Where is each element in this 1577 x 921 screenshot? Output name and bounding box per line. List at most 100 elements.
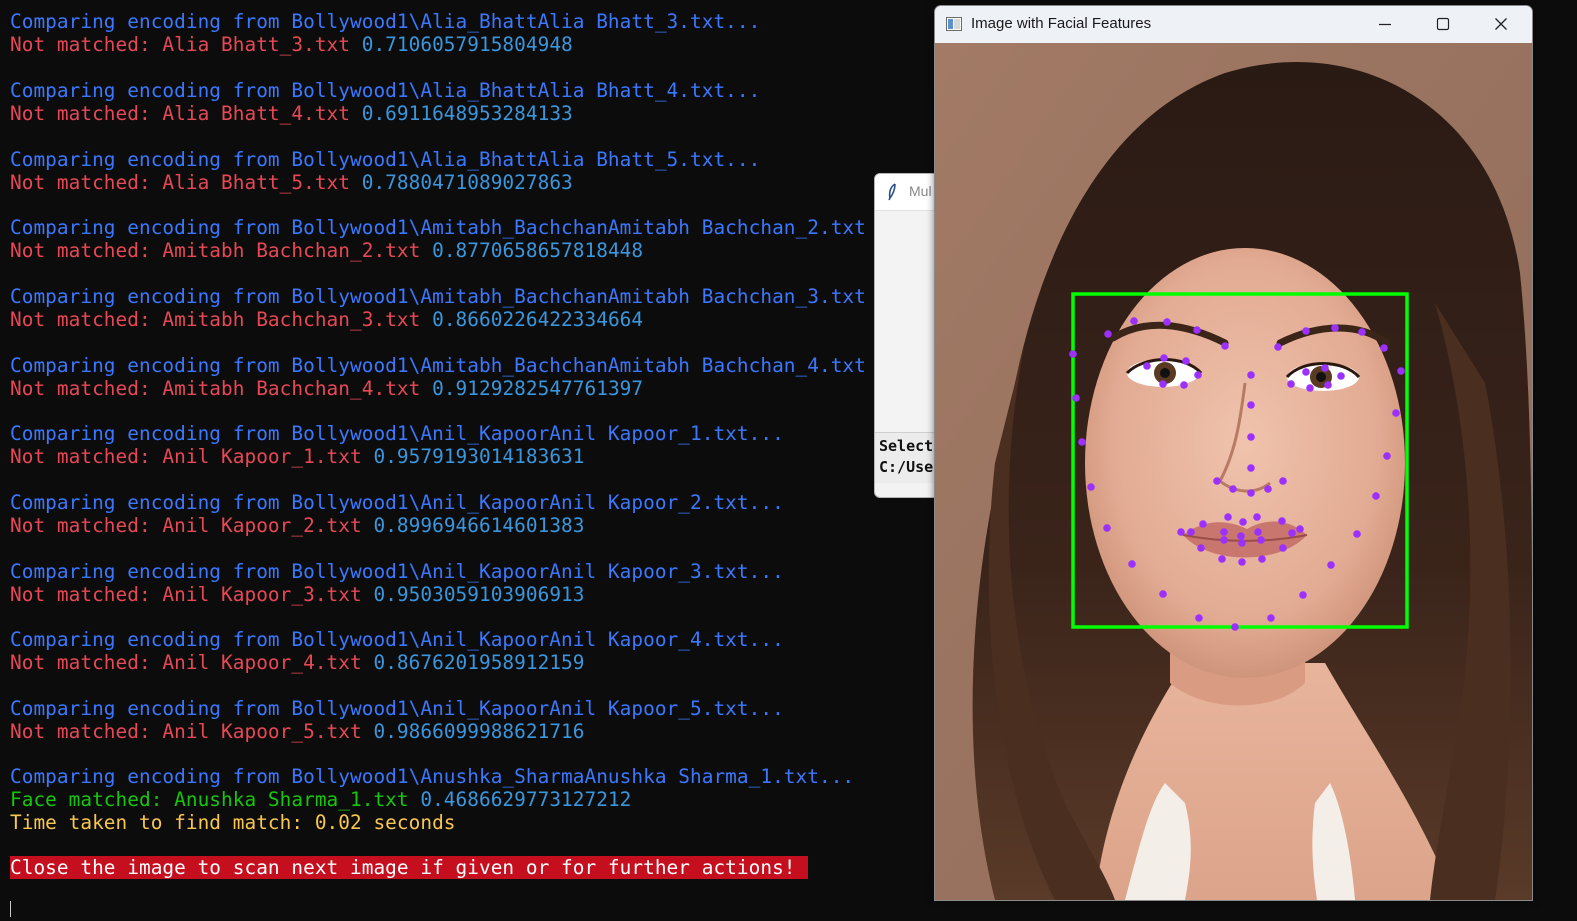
dialog-text: Select: [879, 437, 934, 455]
landmark-point: [1218, 555, 1226, 563]
landmark-point: [1229, 485, 1237, 493]
landmark-point: [1187, 528, 1195, 536]
landmark-point: [1159, 590, 1167, 598]
landmark-point: [1221, 342, 1229, 350]
landmark-point: [1296, 525, 1304, 533]
dialog-title: Mul: [909, 183, 932, 199]
dialog-path: C:/Use: [879, 458, 934, 476]
landmark-point: [1130, 317, 1138, 325]
close-icon: [1495, 18, 1507, 30]
landmark-point: [1247, 489, 1255, 497]
facial-landmarks-overlay: [1069, 292, 1409, 631]
landmark-point: [1087, 483, 1095, 491]
landmark-point: [1220, 528, 1228, 536]
landmark-point: [1264, 485, 1272, 493]
log-line: Not matched: Amitabh Bachchan_3.txt 0.86…: [10, 308, 644, 331]
log-line: Not matched: Alia Bhatt_5.txt 0.78804710…: [10, 171, 573, 194]
log-line: Comparing encoding from Bollywood1\Alia_…: [10, 148, 761, 171]
terminal-output: Comparing encoding from Bollywood1\Alia_…: [0, 0, 934, 921]
landmark-point: [1213, 477, 1221, 485]
log-line: Comparing encoding from Bollywood1\Anil_…: [10, 491, 784, 514]
landmark-point: [1180, 381, 1188, 389]
log-line: Not matched: Amitabh Bachchan_2.txt 0.87…: [10, 239, 644, 262]
landmark-point: [1358, 328, 1366, 336]
minimize-icon: [1379, 23, 1391, 26]
image-window[interactable]: Image with Facial Features: [934, 5, 1533, 901]
log-line: Not matched: Anil Kapoor_2.txt 0.8996946…: [10, 514, 585, 537]
landmark-point: [1337, 372, 1345, 380]
log-line: Comparing encoding from Bollywood1\Amita…: [10, 354, 866, 377]
log-line: Not matched: Alia Bhatt_4.txt 0.69116489…: [10, 102, 573, 125]
log-line: Comparing encoding from Bollywood1\Amita…: [10, 216, 866, 239]
log-line: Not matched: Anil Kapoor_1.txt 0.9579193…: [10, 445, 585, 468]
landmark-point: [1267, 614, 1275, 622]
landmark-point: [1160, 354, 1168, 362]
landmark-point: [1224, 513, 1232, 521]
landmark-point: [1193, 326, 1201, 334]
landmark-point: [1383, 452, 1391, 460]
log-line: Not matched: Anil Kapoor_3.txt 0.9503059…: [10, 583, 585, 606]
landmark-point: [1302, 327, 1310, 335]
window-titlebar[interactable]: Image with Facial Features: [935, 6, 1532, 43]
landmark-point: [1253, 513, 1261, 521]
landmark-point: [1199, 520, 1207, 528]
maximize-icon: [1436, 17, 1450, 31]
log-line: Comparing encoding from Bollywood1\Alia_…: [10, 79, 761, 102]
landmark-point: [1197, 544, 1205, 552]
window-title: Image with Facial Features: [971, 15, 1152, 32]
landmark-point: [1324, 381, 1332, 389]
landmark-point: [1327, 561, 1335, 569]
landmark-point: [1103, 524, 1111, 532]
log-line: Comparing encoding from Bollywood1\Anil_…: [10, 422, 784, 445]
landmark-point: [1143, 362, 1151, 370]
landmark-point: [1239, 518, 1247, 526]
landmark-point: [1247, 371, 1255, 379]
landmark-point: [1306, 384, 1314, 392]
log-line: Comparing encoding from Bollywood1\Alia_…: [10, 10, 761, 33]
landmark-point: [1397, 367, 1405, 375]
landmark-point: [1194, 371, 1202, 379]
text-cursor: [10, 901, 11, 917]
landmark-point: [1331, 324, 1339, 332]
landmark-point: [1237, 532, 1245, 540]
log-line: Not matched: Anil Kapoor_4.txt 0.8676201…: [10, 651, 585, 674]
landmark-point: [1321, 364, 1329, 372]
landmark-point: [1372, 492, 1380, 500]
landmark-point: [1302, 368, 1310, 376]
landmark-point: [1258, 555, 1266, 563]
match-line: Face matched: Anushka Sharma_1.txt 0.468…: [10, 788, 632, 811]
landmark-point: [1380, 344, 1388, 352]
landmark-point: [1299, 591, 1307, 599]
landmark-point: [1159, 380, 1167, 388]
landmark-point: [1163, 318, 1171, 326]
landmark-point: [1128, 560, 1136, 568]
landmark-point: [1287, 380, 1295, 388]
log-line: Not matched: Amitabh Bachchan_4.txt 0.91…: [10, 377, 644, 400]
landmark-point: [1220, 536, 1228, 544]
landmark-point: [1247, 433, 1255, 441]
close-button[interactable]: [1472, 6, 1530, 43]
landmark-point: [1288, 529, 1296, 537]
log-line: Not matched: Alia Bhatt_3.txt 0.71060579…: [10, 33, 573, 56]
landmark-point: [1353, 530, 1361, 538]
landmark-point: [1231, 623, 1239, 631]
log-line: Comparing encoding from Bollywood1\Anil_…: [10, 697, 784, 720]
landmark-point: [1257, 536, 1265, 544]
landmark-point: [1392, 409, 1400, 417]
log-line: Comparing encoding from Bollywood1\Anil_…: [10, 628, 784, 651]
landmark-point: [1254, 528, 1262, 536]
landmark-point: [1247, 464, 1255, 472]
face-image: [935, 43, 1532, 900]
landmark-point: [1182, 357, 1190, 365]
landmark-point: [1069, 350, 1077, 358]
log-line: Comparing encoding from Bollywood1\Anil_…: [10, 560, 784, 583]
landmark-point: [1238, 539, 1246, 547]
landmark-point: [1104, 330, 1112, 338]
landmark-point: [1279, 544, 1287, 552]
minimize-button[interactable]: [1356, 6, 1414, 43]
feather-icon: [888, 183, 896, 201]
face-bounding-box: [1071, 292, 1409, 629]
maximize-button[interactable]: [1414, 6, 1472, 43]
landmark-point: [1247, 401, 1255, 409]
landmark-point: [1278, 517, 1286, 525]
